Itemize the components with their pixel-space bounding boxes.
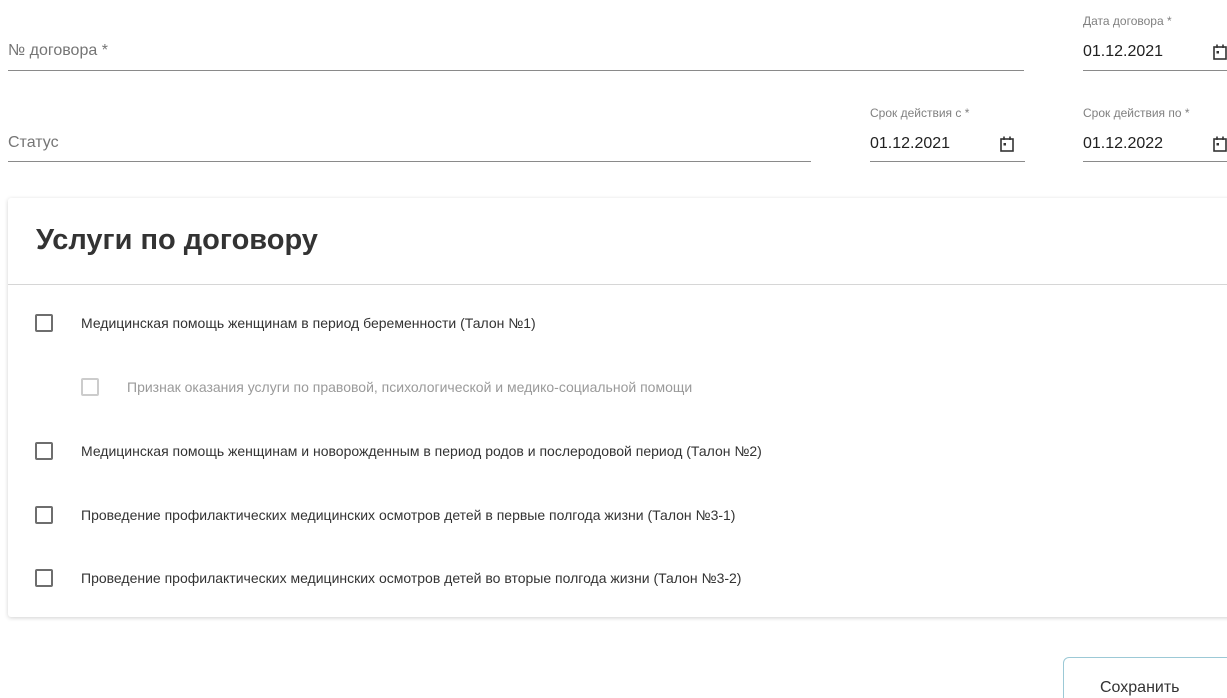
contract-date-label: Дата договора * bbox=[1083, 14, 1172, 28]
service-label: Медицинская помощь женщинам в период бер… bbox=[81, 315, 536, 331]
service-item[interactable]: Проведение профилактических медицинских … bbox=[35, 505, 735, 525]
services-card-title: Услуги по договору bbox=[36, 224, 318, 256]
contract-date-value: 01.12.2021 bbox=[1083, 43, 1164, 60]
service-checkbox[interactable] bbox=[35, 314, 53, 332]
calendar-icon[interactable] bbox=[1213, 136, 1227, 152]
valid-to-label: Срок действия по * bbox=[1083, 106, 1190, 120]
contract-number-field[interactable]: № договора * bbox=[8, 36, 1024, 71]
contract-number-placeholder: № договора * bbox=[8, 42, 108, 59]
calendar-icon[interactable] bbox=[1213, 44, 1227, 60]
service-label: Проведение профилактических медицинских … bbox=[81, 507, 736, 523]
contract-form-page: № договора * Дата договора * 01.12.2021 … bbox=[0, 0, 1227, 698]
service-checkbox-disabled bbox=[81, 378, 99, 396]
service-checkbox[interactable] bbox=[35, 506, 53, 524]
save-button[interactable]: Сохранить bbox=[1063, 657, 1227, 698]
service-item[interactable]: Медицинская помощь женщинам и новорожден… bbox=[35, 441, 762, 461]
service-label: Признак оказания услуги по правовой, пси… bbox=[127, 379, 693, 395]
service-item[interactable]: Медицинская помощь женщинам в период бер… bbox=[35, 313, 536, 333]
contract-date-field[interactable]: Дата договора * 01.12.2021 bbox=[1083, 10, 1227, 71]
calendar-icon[interactable] bbox=[1000, 136, 1014, 152]
service-label: Проведение профилактических медицинских … bbox=[81, 570, 742, 586]
valid-to-value: 01.12.2022 bbox=[1083, 135, 1164, 152]
status-placeholder: Статус bbox=[8, 134, 59, 151]
service-checkbox[interactable] bbox=[35, 442, 53, 460]
service-label: Медицинская помощь женщинам и новорожден… bbox=[81, 443, 762, 459]
card-divider bbox=[8, 284, 1227, 285]
service-checkbox[interactable] bbox=[35, 569, 53, 587]
valid-from-value: 01.12.2021 bbox=[870, 135, 951, 152]
status-field[interactable]: Статус bbox=[8, 126, 811, 162]
service-item[interactable]: Проведение профилактических медицинских … bbox=[35, 568, 741, 588]
valid-from-label: Срок действия с * bbox=[870, 106, 970, 120]
valid-from-field[interactable]: Срок действия с * 01.12.2021 bbox=[870, 102, 1025, 162]
valid-to-field[interactable]: Срок действия по * 01.12.2022 bbox=[1083, 102, 1227, 162]
service-subitem: Признак оказания услуги по правовой, пси… bbox=[81, 377, 692, 397]
services-card: Услуги по договору Медицинская помощь же… bbox=[8, 198, 1227, 617]
